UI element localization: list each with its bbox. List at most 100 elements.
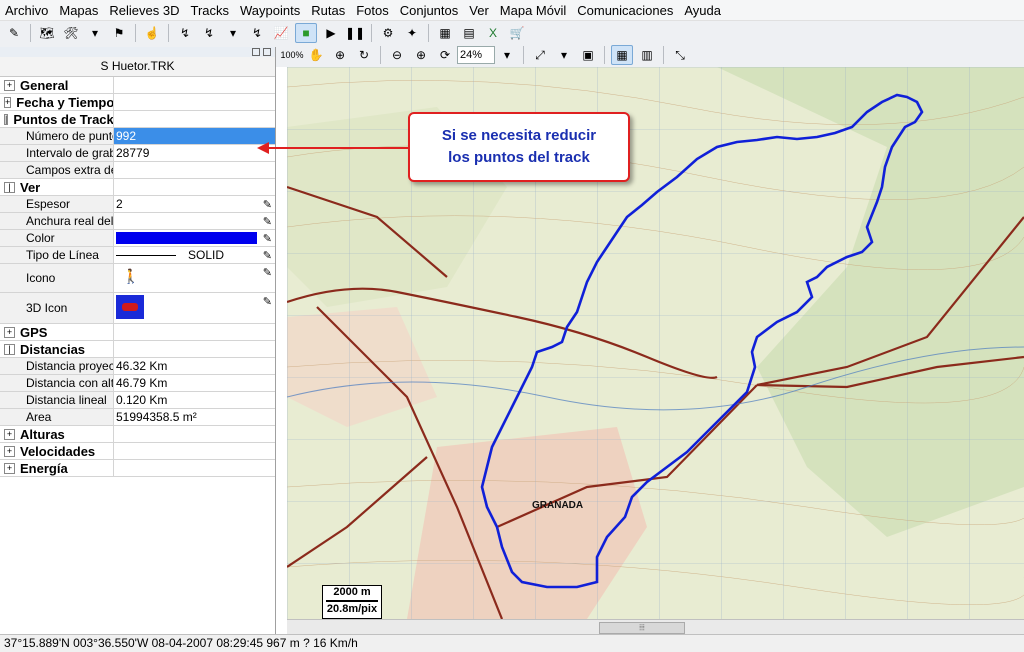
edit-pencil-icon[interactable]: ✎ — [263, 295, 272, 308]
edit-pencil-icon[interactable]: ✎ — [263, 249, 272, 262]
collapse-icon[interactable]: | — [4, 343, 15, 355]
zoom-in-icon[interactable]: ⊕ — [411, 46, 431, 64]
menu-item[interactable]: Waypoints — [235, 3, 306, 18]
property-category[interactable]: | Ver — [0, 179, 275, 196]
menu-item[interactable]: Ver — [464, 3, 495, 18]
zoom-level-field[interactable]: 24% — [457, 46, 495, 64]
menu-item[interactable]: Mapas — [54, 3, 104, 18]
property-value[interactable]: 46.79 Km — [114, 375, 275, 391]
expand-icon[interactable]: + — [4, 96, 12, 108]
property-category[interactable]: + Fecha y Tiempo — [0, 94, 275, 111]
property-row[interactable]: Color ✎ — [0, 230, 275, 247]
panel-close-icon[interactable] — [263, 48, 271, 56]
play-green-icon[interactable]: ■ — [295, 23, 317, 43]
dropdown-icon[interactable]: ▾ — [85, 24, 105, 42]
satellite-icon[interactable]: ✦ — [402, 24, 422, 42]
property-value[interactable]: ✎ — [114, 213, 275, 229]
track-edit-icon[interactable]: ↯ — [175, 24, 195, 42]
expand-icon[interactable]: + — [4, 428, 15, 440]
zoom-dropdown-icon[interactable]: ▾ — [497, 46, 517, 64]
expand-icon[interactable]: + — [4, 445, 15, 457]
color-swatch[interactable] — [116, 232, 257, 244]
zoom-100-button[interactable]: 100% — [280, 46, 303, 64]
property-value[interactable]: 992 — [114, 128, 275, 144]
new-track-icon[interactable]: ✎ — [4, 24, 24, 42]
property-category[interactable]: + General — [0, 77, 275, 94]
property-row[interactable]: Número de puntos992 — [0, 128, 275, 145]
property-value[interactable]: 🚶 ✎ — [114, 264, 275, 292]
property-value[interactable]: 51994358.5 m² — [114, 409, 275, 425]
property-value[interactable]: ✎ — [114, 230, 275, 246]
property-value[interactable]: SOLID ✎ — [114, 247, 275, 263]
menu-item[interactable]: Ayuda — [679, 3, 727, 18]
menu-item[interactable]: Fotos — [351, 3, 395, 18]
property-value[interactable]: 2 ✎ — [114, 196, 275, 212]
pause-icon[interactable]: ❚❚ — [345, 24, 365, 42]
menu-item[interactable]: Conjuntos — [395, 3, 465, 18]
property-row[interactable]: Tipo de Línea SOLID ✎ — [0, 247, 275, 264]
property-row[interactable]: Intervalo de grabación28779 — [0, 145, 275, 162]
property-category[interactable]: | Puntos de Track — [0, 111, 275, 128]
menu-item[interactable]: Mapa Móvil — [495, 3, 572, 18]
expand-icon[interactable]: + — [4, 79, 15, 91]
expand-icon[interactable]: + — [4, 462, 15, 474]
expand-icon[interactable]: + — [4, 326, 15, 338]
collapse-icon[interactable]: | — [4, 181, 15, 193]
property-category[interactable]: | Distancias — [0, 341, 275, 358]
dropdown-icon[interactable]: ▾ — [223, 24, 243, 42]
collapse-icon[interactable]: | — [4, 113, 9, 125]
hand-pick-icon[interactable]: ☝ — [142, 24, 162, 42]
property-row[interactable]: Anchura real del ✎ — [0, 213, 275, 230]
map-horizontal-scrollbar[interactable]: ⦙⦙⦙ — [287, 619, 1024, 635]
rotate-icon[interactable]: ↻ — [354, 46, 374, 64]
property-category[interactable]: + GPS — [0, 324, 275, 341]
menu-item[interactable]: Comunicaciones — [572, 3, 679, 18]
refresh-icon[interactable]: ⟳ — [435, 46, 455, 64]
track-options-icon[interactable]: ↯ — [199, 24, 219, 42]
cart-icon[interactable]: 🛒 — [507, 24, 527, 42]
window-icon[interactable]: ▣ — [578, 46, 598, 64]
grid-icon[interactable]: ▦ — [611, 45, 633, 65]
profile-chart-icon[interactable]: 📈 — [271, 24, 291, 42]
menu-item[interactable]: Rutas — [306, 3, 351, 18]
edit-pencil-icon[interactable]: ✎ — [263, 266, 272, 279]
property-category[interactable]: + Alturas — [0, 426, 275, 443]
property-value[interactable] — [114, 162, 275, 178]
open-map-icon[interactable]: 🗺 — [37, 24, 57, 42]
property-row[interactable]: 3D Icon ✎ — [0, 293, 275, 324]
property-category[interactable]: + Energía — [0, 460, 275, 477]
property-row[interactable]: Distancia proyectada46.32 Km — [0, 358, 275, 375]
property-row[interactable]: Distancia con altura46.79 Km — [0, 375, 275, 392]
document-icon[interactable]: ▤ — [459, 24, 479, 42]
measure-icon[interactable]: ⤡ — [670, 46, 690, 64]
edit-pencil-icon[interactable]: ✎ — [263, 215, 272, 228]
zoom-tool-icon[interactable]: ⊕ — [330, 46, 350, 64]
edit-pencil-icon[interactable]: ✎ — [263, 232, 272, 245]
play-icon[interactable]: ▶ — [321, 24, 341, 42]
property-value[interactable]: 0.120 Km — [114, 392, 275, 408]
menu-item[interactable]: Relieves 3D — [104, 3, 185, 18]
scrollbar-thumb[interactable]: ⦙⦙⦙ — [599, 622, 685, 634]
property-row[interactable]: Espesor 2 ✎ — [0, 196, 275, 213]
property-category[interactable]: + Velocidades — [0, 443, 275, 460]
property-row[interactable]: Icono 🚶 ✎ — [0, 264, 275, 293]
property-row[interactable]: Distancia lineal 0.120 Km — [0, 392, 275, 409]
map-tools-icon[interactable]: 🛠 — [61, 24, 81, 42]
property-row[interactable]: Campos extra de — [0, 162, 275, 179]
track-link-icon[interactable]: ↯ — [247, 24, 267, 42]
grid-curved-icon[interactable]: ▥ — [637, 46, 657, 64]
calculator-icon[interactable]: ▦ — [435, 24, 455, 42]
zoom-out-icon[interactable]: ⊖ — [387, 46, 407, 64]
edit-pencil-icon[interactable]: ✎ — [263, 198, 272, 211]
property-value[interactable]: 28779 — [114, 145, 275, 161]
pan-hand-icon[interactable]: ✋ — [306, 46, 326, 64]
panel-float-icon[interactable] — [252, 48, 260, 56]
property-value[interactable]: ✎ — [114, 293, 275, 323]
gps-icon[interactable]: ⚙ — [378, 24, 398, 42]
fit-icon[interactable]: ⤢ — [530, 46, 550, 64]
menu-item[interactable]: Tracks — [185, 3, 235, 18]
property-row[interactable]: Area 51994358.5 m² — [0, 409, 275, 426]
menu-item[interactable]: Archivo — [0, 3, 54, 18]
excel-icon[interactable]: X — [483, 24, 503, 42]
dropdown-icon[interactable]: ▾ — [554, 46, 574, 64]
